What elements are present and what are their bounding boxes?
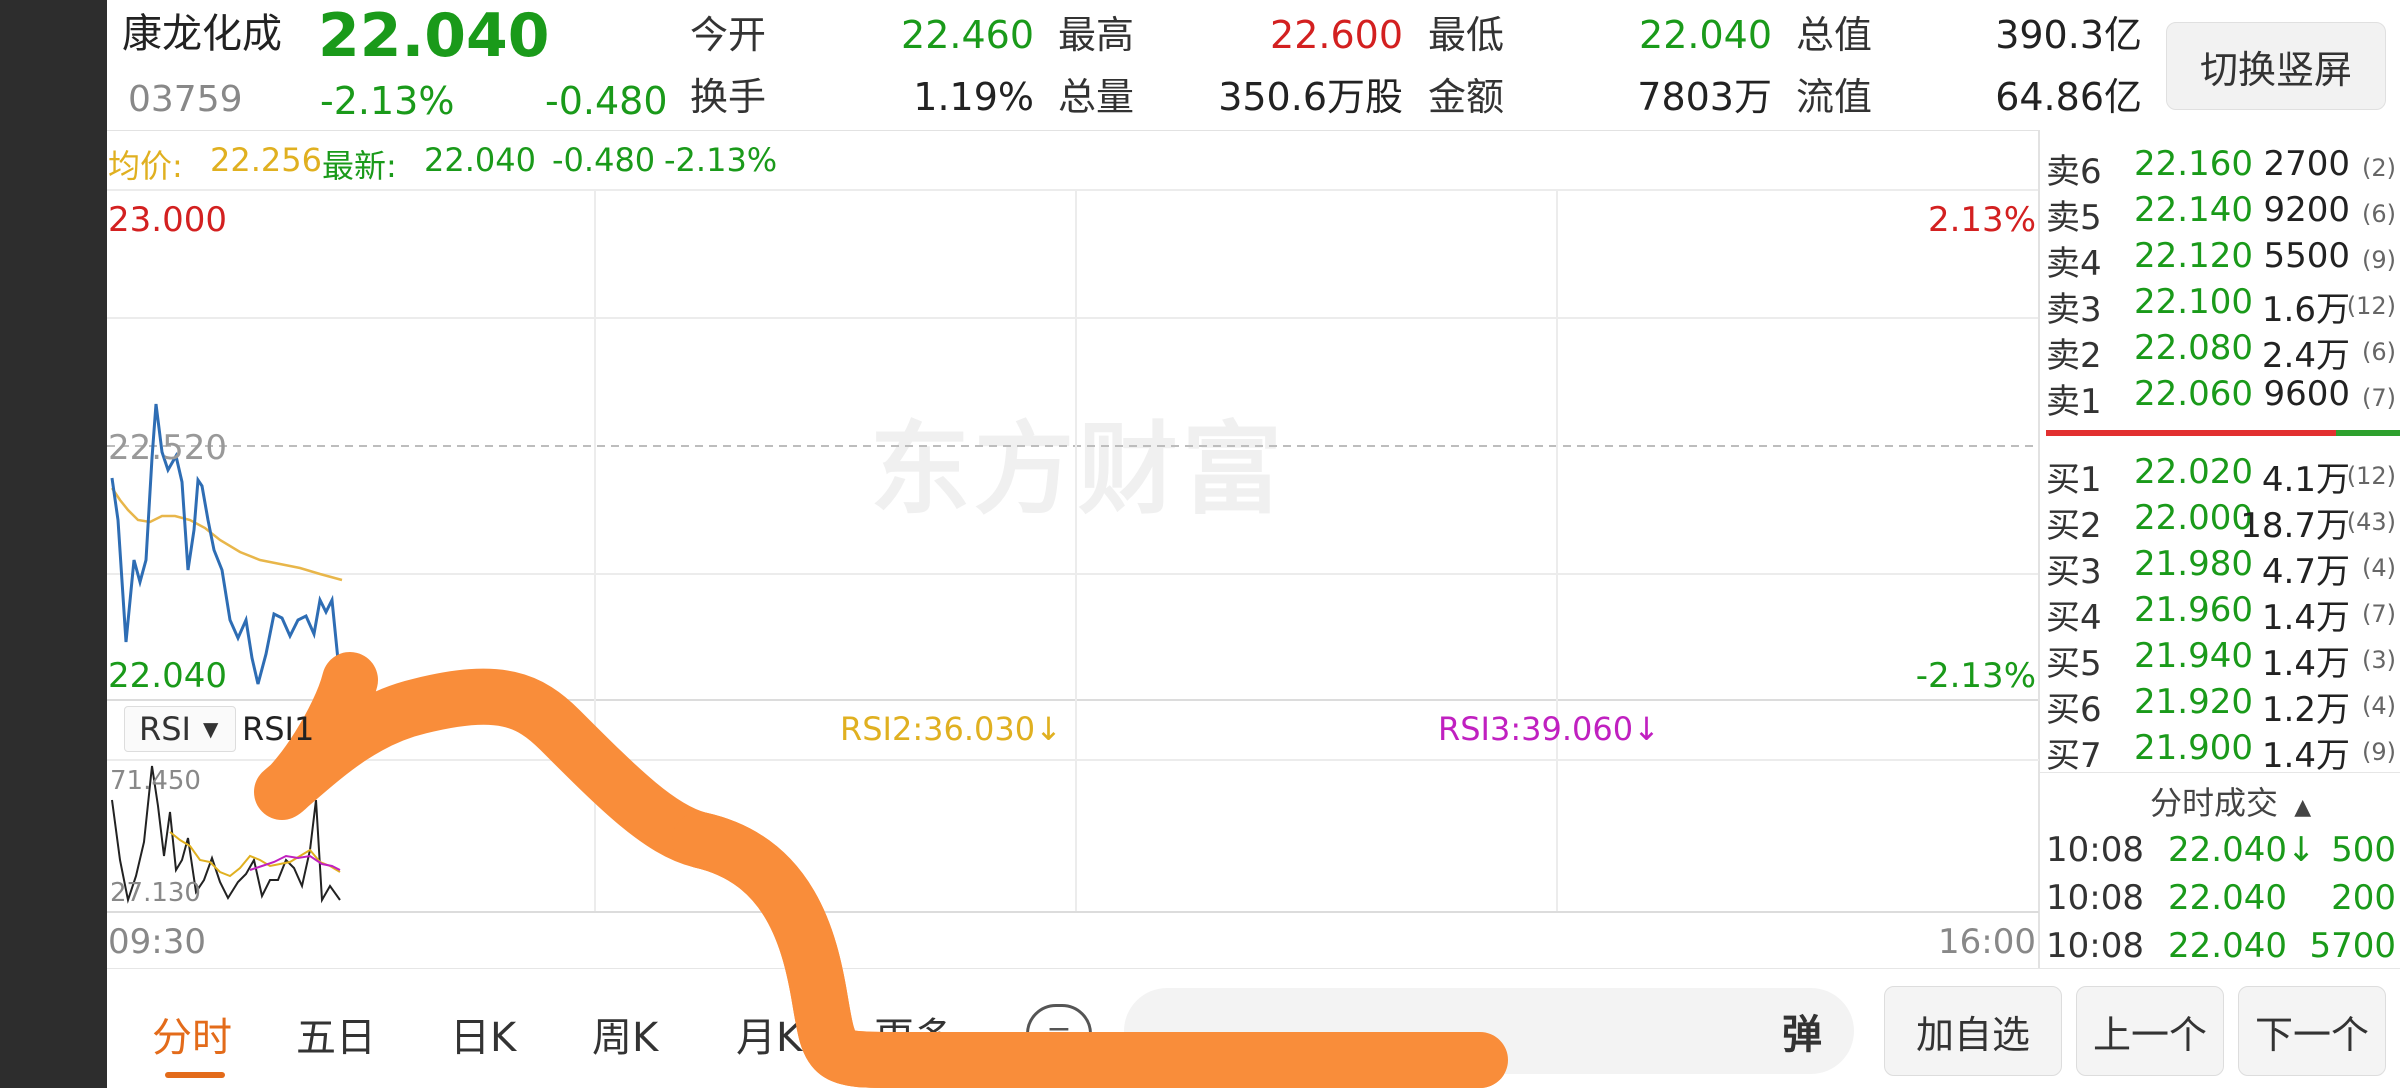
order-book-buy-row: 买7 21.900 1.4万 (9): [2046, 724, 2400, 776]
buy-price: 21.920: [2134, 682, 2253, 722]
buy-price: 21.940: [2134, 636, 2253, 676]
buy-count: (7): [2362, 600, 2396, 628]
next-stock-button[interactable]: 下一个: [2238, 986, 2386, 1076]
time-start: 09:30: [108, 922, 206, 962]
order-book-sell-row: 卖5 22.140 9200 (6): [2046, 186, 2400, 238]
indicator-select[interactable]: RSI ▼: [124, 706, 236, 752]
danmu-label: 弹: [1782, 1012, 1822, 1058]
tab-intraday[interactable]: 分时: [152, 1005, 232, 1063]
order-book-buy-row: 买3 21.980 4.7万 (4): [2046, 540, 2400, 592]
comment-input[interactable]: [1124, 988, 1854, 1074]
tick-volume: 500: [2331, 830, 2396, 870]
order-book-buy-row: 买2 22.000 18.7万 (43): [2046, 494, 2400, 546]
ticks-toggle[interactable]: 分时成交 ▲: [2150, 778, 2311, 824]
tab-active-indicator: [165, 1072, 225, 1078]
list-icon[interactable]: ≡: [1026, 1004, 1092, 1064]
y-axis-top: 23.000: [108, 200, 227, 240]
buy-price: 22.020: [2134, 452, 2253, 492]
rsi-axis-top: 71.450: [110, 766, 201, 796]
pct-axis-top: 2.13%: [1927, 200, 2036, 240]
pct-axis-bottom: -2.13%: [1915, 656, 2036, 696]
sell-volume: 5500: [2263, 236, 2350, 276]
tick-volume: 5700: [2309, 926, 2396, 966]
tick-row: 10:08 22.040 5700: [2046, 922, 2400, 968]
sell-count: (6): [2362, 338, 2396, 366]
order-book-sell-row: 卖3 22.100 1.6万 (12): [2046, 278, 2400, 330]
chevron-down-icon: ▼: [202, 717, 219, 741]
buy-count: (12): [2346, 462, 2396, 490]
order-book-buy-row: 买1 22.020 4.1万 (12): [2046, 448, 2400, 500]
order-book-divider-sell: [2046, 430, 2336, 436]
buy-count: (43): [2346, 508, 2396, 536]
sell-volume: 2700: [2263, 144, 2350, 184]
intraday-chart[interactable]: [0, 0, 2400, 1088]
tab-weekly-k[interactable]: 周K: [592, 1005, 658, 1063]
tab-five-day[interactable]: 五日: [296, 1005, 376, 1063]
tick-row: 10:08 22.040↓ 500: [2046, 826, 2400, 872]
order-book-buy-row: 买5 21.940 1.4万 (3): [2046, 632, 2400, 684]
y-axis-mid: 22.520: [108, 428, 227, 468]
y-axis-bottom: 22.040: [108, 656, 227, 696]
buy-count: (4): [2362, 554, 2396, 582]
rsi2-value: RSI2:36.030↓: [840, 710, 1062, 748]
chevron-up-icon: ▲: [2294, 795, 2312, 820]
buy-price: 21.980: [2134, 544, 2253, 584]
rsi2-line: [169, 831, 341, 878]
order-book-buy-row: 买4 21.960 1.4万 (7): [2046, 586, 2400, 638]
danmu-toggle-button[interactable]: 弹: [1752, 988, 1852, 1074]
sell-price: 22.160: [2134, 144, 2253, 184]
buy-price: 22.000: [2134, 498, 2253, 538]
indicator-select-value: RSI: [139, 710, 191, 748]
sell-price: 22.080: [2134, 328, 2253, 368]
time-end: 16:00: [1938, 922, 2036, 962]
sell-price: 22.060: [2134, 374, 2253, 414]
sell-price: 22.120: [2134, 236, 2253, 276]
tab-daily-k[interactable]: 日K: [450, 1005, 516, 1063]
rsi3-value: RSI3:39.060↓: [1438, 710, 1660, 748]
sell-count: (6): [2362, 200, 2396, 228]
sell-level: 卖1: [2046, 382, 2102, 422]
order-book-divider-buy: [2336, 430, 2400, 436]
tick-price: 22.040↓: [2168, 830, 2316, 870]
tick-time: 10:08: [2046, 830, 2144, 870]
tick-time: 10:08: [2046, 926, 2144, 966]
bottom-divider: [107, 968, 2400, 969]
buy-volume: 1.4万: [2261, 736, 2350, 776]
sell-volume: 9200: [2263, 190, 2350, 230]
buy-count: (3): [2362, 646, 2396, 674]
sell-price: 22.140: [2134, 190, 2253, 230]
sell-count: (9): [2362, 246, 2396, 274]
tick-price: 22.040: [2168, 926, 2287, 966]
buy-count: (4): [2362, 692, 2396, 720]
order-book-sell-row: 卖4 22.120 5500 (9): [2046, 232, 2400, 284]
rsi1-label: RSI1: [242, 710, 315, 748]
tab-more[interactable]: 更多: [874, 1005, 954, 1063]
buy-price: 21.900: [2134, 728, 2253, 768]
tab-monthly-k[interactable]: 月K: [736, 1005, 802, 1063]
order-book-sell-row: 卖2 22.080 2.4万 (6): [2046, 324, 2400, 376]
add-watchlist-button[interactable]: 加自选: [1884, 986, 2062, 1076]
sell-count: (2): [2362, 154, 2396, 182]
tick-row: 10:08 22.040 200: [2046, 874, 2400, 920]
sell-volume: 9600: [2263, 374, 2350, 414]
buy-count: (9): [2362, 738, 2396, 766]
sell-count: (12): [2346, 292, 2396, 320]
tick-time: 10:08: [2046, 878, 2144, 918]
order-book-sell-row: 卖6 22.160 2700 (2): [2046, 140, 2400, 192]
previous-stock-button[interactable]: 上一个: [2076, 986, 2224, 1076]
ticks-title: 分时成交: [2150, 784, 2279, 822]
buy-price: 21.960: [2134, 590, 2253, 630]
order-book-buy-row: 买6 21.920 1.2万 (4): [2046, 678, 2400, 730]
buy-level: 买7: [2046, 736, 2102, 776]
tick-price: 22.040: [2168, 878, 2287, 918]
rsi-axis-bottom: 27.130: [110, 878, 201, 908]
sell-price: 22.100: [2134, 282, 2253, 322]
sell-count: (7): [2362, 384, 2396, 412]
ticks-divider: [2040, 772, 2400, 773]
tick-volume: 200: [2331, 878, 2396, 918]
order-book-sell-row: 卖1 22.060 9600 (7): [2046, 370, 2400, 422]
